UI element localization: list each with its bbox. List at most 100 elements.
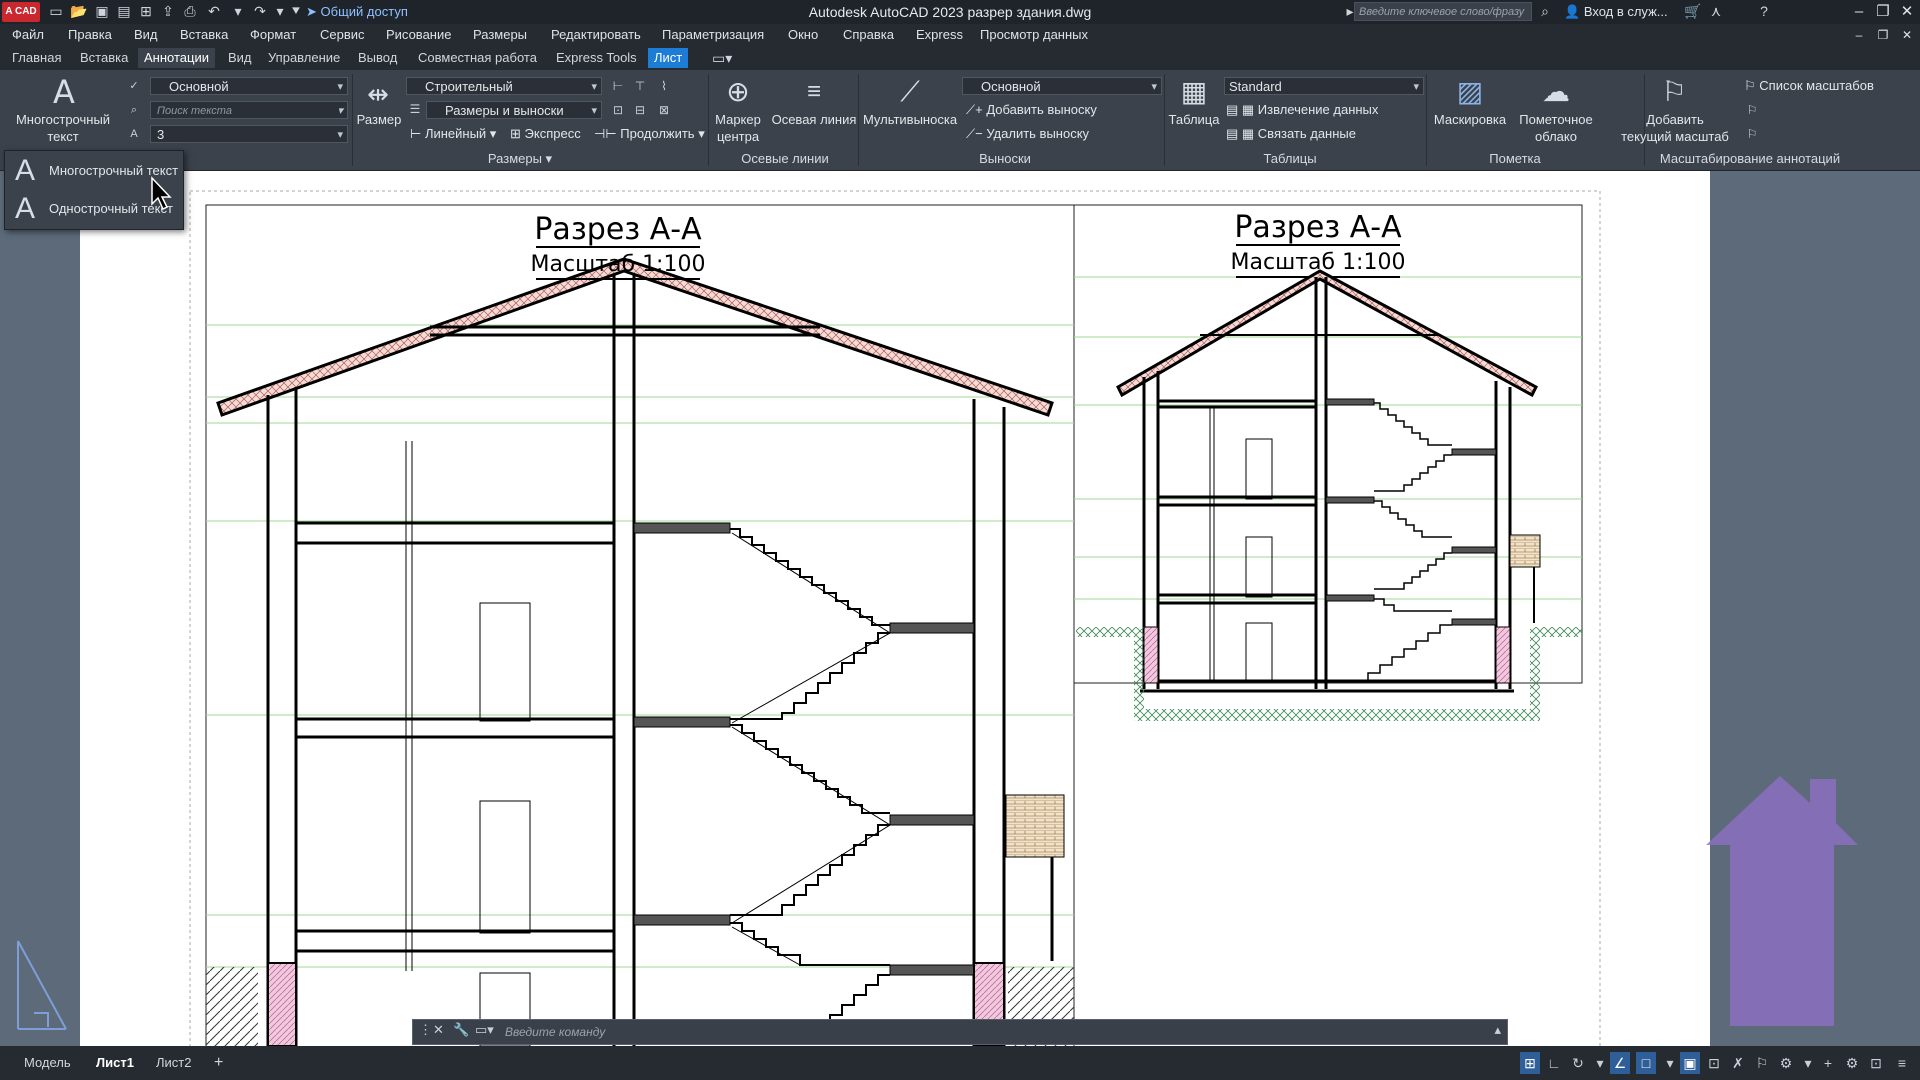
paper-space-icon[interactable]: ⊞ (1520, 1052, 1540, 1074)
dimension-icon[interactable]: ⇹ (358, 76, 398, 112)
tab-insert[interactable]: Вставка (74, 48, 134, 68)
close-icon[interactable]: ✕ (1896, 2, 1918, 22)
lineweight-icon[interactable]: ▣ (1680, 1052, 1700, 1074)
menu-parametric[interactable]: Параметризация (662, 24, 764, 46)
dimension-button[interactable]: Размер (356, 112, 402, 128)
tab-home[interactable]: Главная (6, 48, 67, 68)
table-icon[interactable]: ▦ (1174, 74, 1214, 110)
cmd-expand-icon[interactable]: ▴ (1494, 1022, 1501, 1038)
publish-icon[interactable]: ⇪ (160, 3, 176, 19)
center-mark-icon[interactable]: ⊕ (718, 74, 758, 110)
menu-window[interactable]: Окно (788, 24, 818, 46)
workspace-menu-icon[interactable]: ▾ (1798, 1052, 1818, 1074)
menu-insert[interactable]: Вставка (180, 24, 228, 46)
save-as-icon[interactable]: ▤ (116, 3, 132, 19)
sync-scale-icon[interactable]: ⚐ (1744, 100, 1760, 120)
osnap-icon[interactable]: □ (1636, 1052, 1656, 1074)
save-icon[interactable]: ▣ (94, 3, 110, 19)
settings-gear-icon[interactable]: ⚙ (1776, 1052, 1796, 1074)
dim-style-select[interactable]: Строительный (406, 77, 602, 96)
dim-tool-2-icon[interactable]: ⊤ (632, 76, 648, 96)
menu-data-view[interactable]: Просмотр данных (980, 24, 1088, 46)
dim-tool-4-icon[interactable]: ⊡ (610, 100, 626, 120)
dim-tool-5-icon[interactable]: ⊟ (632, 100, 648, 120)
tab-express-tools[interactable]: Express Tools (550, 48, 643, 68)
scale-list-button[interactable]: ⚐ Список масштабов (1744, 78, 1874, 94)
wipeout-icon[interactable]: ▨ (1450, 74, 1490, 110)
text-height-icon[interactable]: A (126, 124, 142, 144)
tab-annotate[interactable]: Аннотации (138, 48, 215, 68)
menu-modify[interactable]: Редактировать (551, 24, 641, 46)
tab-collaborate[interactable]: Совместная работа (412, 48, 543, 68)
add-scale-label-2[interactable]: текущий масштаб (1616, 129, 1734, 145)
mtext-label[interactable]: Многострочный (8, 112, 118, 128)
menu-help[interactable]: Справка (843, 24, 894, 46)
tab-layout2[interactable]: Лист2 (148, 1052, 199, 1074)
ribbon-options-icon[interactable]: ▭▾ (712, 50, 732, 66)
table-style-select[interactable]: Standard (1224, 77, 1424, 96)
menu-format[interactable]: Формат (250, 24, 296, 46)
mtext-label-2[interactable]: текст (8, 129, 118, 145)
tab-layout[interactable]: Лист (648, 48, 689, 68)
ortho-icon[interactable]: ↻ (1568, 1052, 1588, 1074)
polar-icon[interactable]: ∠ (1610, 1052, 1630, 1074)
tab-model[interactable]: Модель (16, 1052, 79, 1074)
app-logo[interactable]: A CAD (2, 2, 40, 22)
tab-view[interactable]: Вид (222, 48, 258, 68)
help-icon[interactable]: ? (1756, 3, 1772, 19)
isolate-icon[interactable]: ⚙ (1842, 1052, 1862, 1074)
dim-tool-3-icon[interactable]: ⌇ (656, 76, 672, 96)
web-save-icon[interactable]: ⊞ (138, 3, 154, 19)
menu-dimension[interactable]: Размеры (473, 24, 527, 46)
undo-dropdown-icon[interactable]: ▾ (230, 3, 246, 19)
menu-draw[interactable]: Рисование (386, 24, 451, 46)
dim-tool-1-icon[interactable]: ⊢ (610, 76, 626, 96)
print-icon[interactable]: ⎙ (182, 3, 198, 19)
dim-layer-select[interactable]: Размеры и выноски (426, 101, 602, 120)
table-button[interactable]: Таблица (1168, 112, 1220, 128)
add-leader-button[interactable]: ⟋+ Добавить выноску (966, 102, 1097, 118)
new-file-icon[interactable]: ▭ (48, 3, 64, 19)
selection-cycling-icon[interactable]: ⊡ (1704, 1052, 1724, 1074)
open-file-icon[interactable]: 📂 (70, 3, 87, 19)
menu-edit[interactable]: Правка (68, 24, 112, 46)
tab-layout1[interactable]: Лист1 (88, 1052, 142, 1074)
signin-button[interactable]: 👤 Вход в служ... (1564, 3, 1668, 21)
link-data-button[interactable]: ▤ ▦ Связать данные (1226, 126, 1356, 142)
restore-icon[interactable]: ❐ (1872, 2, 1894, 22)
fullscreen-icon[interactable]: ⊡ (1866, 1052, 1886, 1074)
leader-style-select[interactable]: Основной (962, 77, 1162, 96)
mleader-icon[interactable]: ⟋ (890, 74, 930, 110)
menu-file[interactable]: Файл (12, 24, 44, 46)
customize-menu-icon[interactable]: ≡ (1892, 1052, 1912, 1074)
scale-visibility-icon[interactable]: ⚐ (1744, 124, 1760, 144)
tab-output[interactable]: Вывод (352, 48, 403, 68)
cmd-customize-icon[interactable]: 🔧 (453, 1022, 469, 1038)
menu-view[interactable]: Вид (134, 24, 158, 46)
text-style-select[interactable]: Основной (150, 77, 348, 96)
spellcheck-icon[interactable]: ✓ (126, 76, 142, 96)
mtext-icon[interactable]: A (44, 74, 84, 110)
center-mark-label-2[interactable]: центра (712, 129, 764, 145)
menu-tools[interactable]: Сервис (320, 24, 365, 46)
centerline-icon[interactable]: ≡ (794, 74, 834, 110)
mleader-button[interactable]: Мультивыноска (862, 112, 958, 128)
remove-leader-button[interactable]: ⟋− Удалить выноску (966, 126, 1089, 142)
revcloud-icon[interactable]: ☁ (1536, 74, 1576, 110)
doc-minimize-icon[interactable]: – (1848, 25, 1870, 45)
add-icon[interactable]: + (1818, 1052, 1838, 1074)
command-input[interactable]: Введите команду (505, 1020, 605, 1044)
revcloud-label-2[interactable]: облако (1516, 129, 1596, 145)
help-search-input[interactable]: Введите ключевое слово/фразу (1354, 2, 1532, 21)
add-layout-button[interactable]: + (206, 1052, 231, 1074)
autodesk-app-icon[interactable]: ⋏ (1708, 3, 1724, 19)
wipeout-button[interactable]: Маскировка (1430, 112, 1510, 128)
customize-qat-icon[interactable]: ⯆ (288, 3, 304, 19)
cmd-grip-icon[interactable]: ⋮ (419, 1022, 432, 1038)
add-scale-button[interactable]: Добавить (1620, 112, 1730, 128)
cmd-history-icon[interactable]: ▭▾ (475, 1022, 494, 1038)
add-scale-icon[interactable]: ⚐ (1654, 74, 1694, 110)
tab-manage[interactable]: Управление (262, 48, 346, 68)
dim-tool-6-icon[interactable]: ⊠ (656, 100, 672, 120)
redo-dropdown-icon[interactable]: ▾ (272, 3, 288, 19)
